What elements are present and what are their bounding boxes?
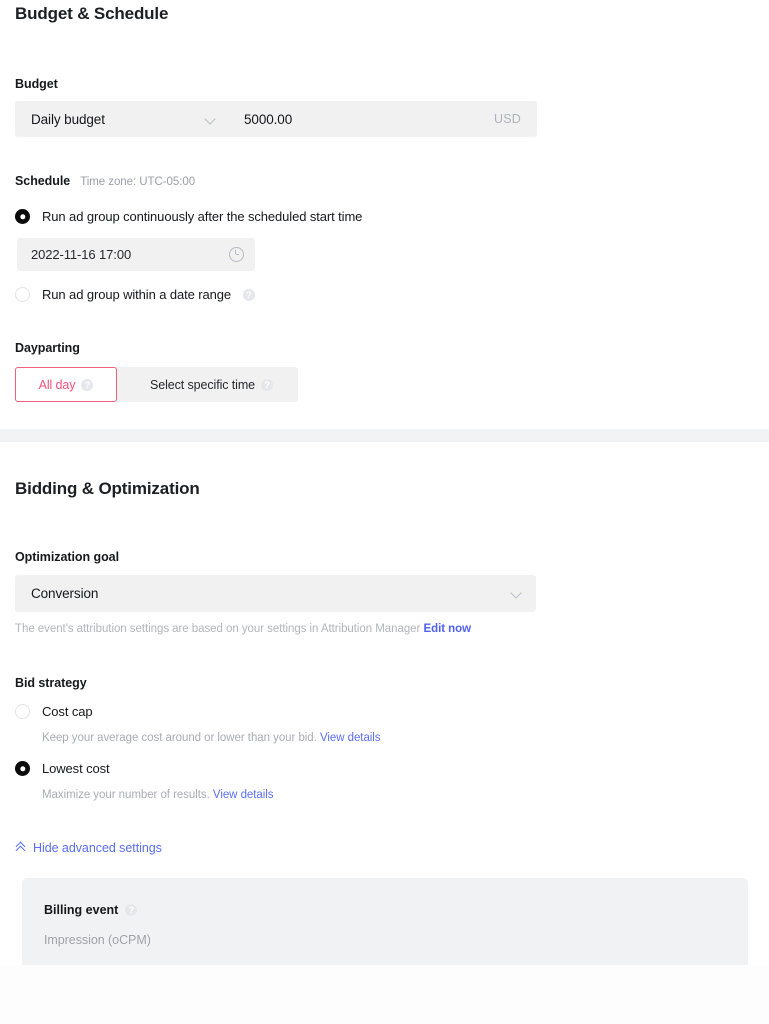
radio-indicator-unselected[interactable]: [15, 704, 30, 720]
optimization-goal-value: Conversion: [31, 586, 99, 601]
dayparting-tab-group: All day ? Select specific time ?: [15, 367, 298, 402]
billing-event-label: Billing event: [44, 903, 119, 918]
dayparting-tab-specific-time[interactable]: Select specific time ?: [115, 367, 298, 402]
clock-icon: [229, 247, 244, 262]
attribution-helper-label: The event's attribution settings are bas…: [15, 623, 421, 635]
start-time-value: 2022-11-16 17:00: [31, 247, 132, 262]
radio-indicator-unselected[interactable]: [15, 287, 30, 302]
chevron-down-icon: [205, 114, 216, 125]
timezone-note: Time zone: UTC-05:00: [80, 176, 196, 188]
radio-lowest-cost[interactable]: Lowest cost: [15, 761, 754, 777]
budget-currency-label: USD: [494, 112, 521, 126]
ad-group-settings-page: Budget & Schedule Budget Daily budget 50…: [0, 0, 769, 1024]
cost-cap-description-text: Keep your average cost around or lower t…: [42, 732, 317, 745]
billing-event-label-row: Billing event ?: [44, 903, 748, 917]
dayparting-label: Dayparting: [15, 341, 80, 355]
budget-type-value: Daily budget: [31, 111, 105, 127]
radio-lowest-cost-label: Lowest cost: [42, 761, 110, 777]
optimization-goal-select[interactable]: Conversion: [15, 575, 536, 612]
budget-schedule-section: Budget & Schedule Budget Daily budget 50…: [0, 0, 769, 429]
bid-strategy-label: Bid strategy: [15, 676, 87, 691]
lowest-cost-description: Maximize your number of results. View de…: [42, 787, 754, 803]
radio-run-continuously[interactable]: Run ad group continuously after the sche…: [15, 209, 754, 224]
schedule-label: Schedule: [15, 174, 71, 188]
radio-run-date-range[interactable]: Run ad group within a date range ?: [15, 287, 754, 302]
budget-type-select[interactable]: Daily budget: [15, 101, 230, 137]
attribution-helper-text: The event's attribution settings are bas…: [15, 621, 754, 637]
bidding-optimization-section: Bidding & Optimization Optimization goal…: [0, 442, 769, 966]
help-circle-icon[interactable]: ?: [81, 378, 94, 391]
radio-cost-cap-label: Cost cap: [42, 704, 93, 720]
help-circle-icon[interactable]: ?: [125, 904, 138, 917]
billing-event-panel: Billing event ? Impression (oCPM): [22, 878, 748, 966]
radio-run-continuously-label: Run ad group continuously after the sche…: [42, 209, 363, 224]
dayparting-tab-specific-time-label: Select specific time: [150, 377, 255, 392]
edit-now-link[interactable]: Edit now: [423, 623, 471, 635]
billing-event-value: Impression (oCPM): [44, 933, 151, 948]
budget-schedule-title: Budget & Schedule: [15, 4, 169, 23]
lowest-cost-view-details-link[interactable]: View details: [213, 789, 274, 801]
bidding-optimization-title: Bidding & Optimization: [15, 479, 200, 498]
section-divider-band: [0, 429, 769, 442]
dayparting-tab-all-day[interactable]: All day ?: [15, 367, 117, 402]
help-circle-icon[interactable]: ?: [243, 288, 256, 301]
hide-advanced-settings-toggle[interactable]: Hide advanced settings: [15, 841, 162, 855]
hide-advanced-settings-label: Hide advanced settings: [33, 840, 162, 855]
budget-amount-value: 5000.00: [244, 111, 293, 127]
radio-cost-cap[interactable]: Cost cap: [15, 704, 754, 720]
chevron-down-icon: [511, 588, 522, 599]
optimization-goal-label: Optimization goal: [15, 550, 120, 564]
start-time-input[interactable]: 2022-11-16 17:00: [17, 238, 255, 271]
help-circle-icon[interactable]: ?: [260, 378, 273, 391]
budget-input-row: Daily budget 5000.00 USD: [15, 101, 537, 137]
double-chevron-up-icon: [15, 842, 26, 853]
radio-indicator-selected[interactable]: [15, 761, 30, 777]
lowest-cost-description-text: Maximize your number of results.: [42, 789, 210, 802]
dayparting-tab-all-day-label: All day: [38, 377, 76, 392]
budget-amount-input[interactable]: 5000.00: [230, 101, 494, 137]
cost-cap-view-details-link[interactable]: View details: [320, 732, 381, 744]
cost-cap-description: Keep your average cost around or lower t…: [42, 730, 754, 746]
radio-run-date-range-label: Run ad group within a date range: [42, 287, 232, 302]
budget-label: Budget: [15, 77, 58, 91]
schedule-label-row: Schedule Time zone: UTC-05:00: [15, 174, 754, 188]
radio-indicator-selected[interactable]: [15, 209, 30, 224]
